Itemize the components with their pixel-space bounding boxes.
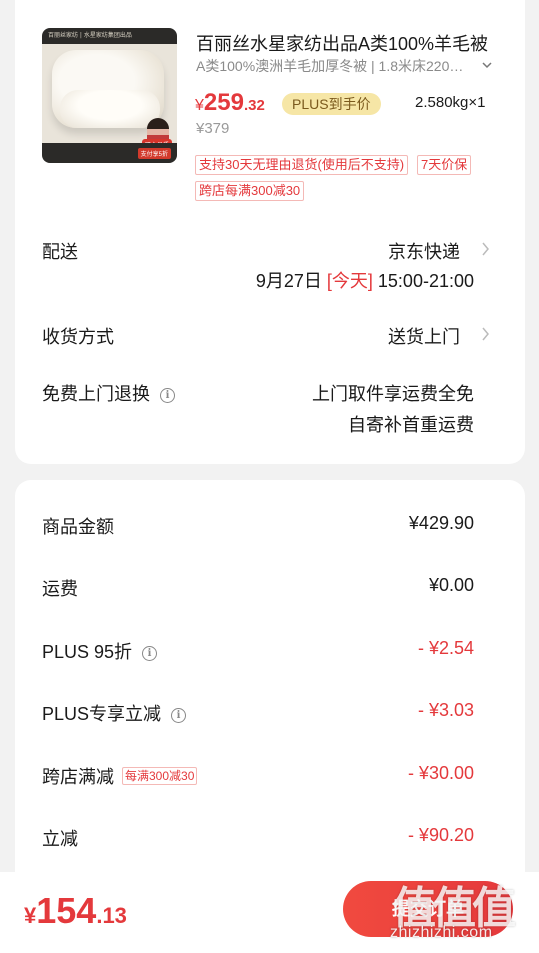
- fee-summary-card: 商品金额 ¥429.90 运费 ¥0.00 PLUS 95折 i - ¥2.54 …: [15, 480, 525, 900]
- image-promo: 支付享5折: [137, 148, 171, 159]
- original-price: ¥379: [196, 120, 230, 137]
- total-decimal: .13: [96, 903, 127, 928]
- free-exchange-line1: 上门取件享运费全免: [312, 384, 474, 404]
- goods-amount-label: 商品金额: [42, 517, 114, 537]
- total-currency: ¥: [24, 903, 37, 928]
- free-exchange-text: 免费上门退换: [42, 384, 150, 404]
- shipping-label: 运费: [42, 579, 78, 599]
- plus95-text: PLUS 95折: [42, 642, 133, 662]
- delivery-today: [今天]: [326, 271, 373, 291]
- weight-quantity: 2.580kg×1: [415, 94, 486, 111]
- info-icon[interactable]: i: [171, 708, 187, 723]
- plus-reduce-text: PLUS专享立减: [42, 704, 162, 724]
- cross-store-discount-tag: 跨店每满300减30: [195, 181, 305, 201]
- price-integer: 259: [203, 89, 244, 116]
- delivery-carrier[interactable]: 京东快递: [388, 238, 460, 264]
- return-policy-tag: 支持30天无理由退货(使用后不支持): [195, 155, 409, 175]
- checkout-bar: ¥154.13 提交订单: [0, 872, 539, 953]
- cross-store-value: - ¥30.00: [407, 763, 474, 783]
- plus-reduce-value: - ¥3.03: [417, 700, 474, 720]
- chevron-down-icon[interactable]: [481, 56, 495, 74]
- shipping-value: ¥0.00: [428, 575, 474, 595]
- receive-method-value[interactable]: 送货上门: [388, 323, 460, 349]
- plus-price-tag: PLUS到手价: [282, 93, 381, 115]
- submit-order-button[interactable]: 提交订单: [343, 881, 513, 937]
- delivery-label: 配送: [42, 242, 78, 262]
- product-sku[interactable]: A类100%澳洲羊毛加厚冬被 | 1.8米床220×240cm: [196, 57, 466, 75]
- price-currency: ¥: [195, 97, 204, 114]
- product-price: ¥259.32: [195, 89, 265, 117]
- price-decimal: .32: [243, 97, 265, 114]
- total-price: ¥154.13: [24, 890, 127, 932]
- cross-store-text: 跨店满减: [42, 767, 114, 787]
- cross-store-label: 跨店满减 每满300减30: [42, 763, 198, 789]
- cross-store-mini-tag: 每满300减30: [122, 767, 198, 785]
- plus95-label: PLUS 95折 i: [42, 638, 158, 664]
- order-item-card: 百丽丝家纺 | 水星家纺集团出品 匠心品质 支付享5折 百丽丝水星家纺出品A类1…: [15, 0, 525, 464]
- info-icon[interactable]: i: [142, 646, 158, 661]
- plus-reduce-label: PLUS专享立减 i: [42, 700, 187, 726]
- total-integer: 154: [36, 890, 97, 931]
- product-title[interactable]: 百丽丝水星家纺出品A类100%羊毛被: [196, 32, 496, 56]
- free-exchange-label: 免费上门退换 i: [42, 380, 175, 406]
- receive-method-label: 收货方式: [42, 327, 114, 347]
- product-image[interactable]: 百丽丝家纺 | 水星家纺集团出品 匠心品质 支付享5折: [42, 28, 177, 163]
- plus95-value: - ¥2.54: [417, 638, 474, 658]
- free-exchange-line2: 自寄补首重运费: [348, 415, 474, 435]
- goods-amount-value: ¥429.90: [408, 513, 474, 533]
- chevron-right-icon[interactable]: [481, 240, 495, 262]
- image-topbar-text: 百丽丝家纺 | 水星家纺集团出品: [48, 32, 132, 39]
- price-protect-tag: 7天价保: [417, 155, 472, 175]
- instant-reduce-value: - ¥90.20: [407, 825, 474, 845]
- delivery-time[interactable]: 9月27日 [今天] 15:00-21:00: [256, 267, 474, 293]
- chevron-right-icon[interactable]: [481, 325, 495, 347]
- info-icon[interactable]: i: [160, 388, 175, 403]
- instant-reduce-label: 立减: [42, 829, 78, 849]
- delivery-date: 9月27日: [255, 271, 322, 291]
- delivery-window: 15:00-21:00: [377, 271, 474, 291]
- quilt-shape-front: [60, 90, 160, 128]
